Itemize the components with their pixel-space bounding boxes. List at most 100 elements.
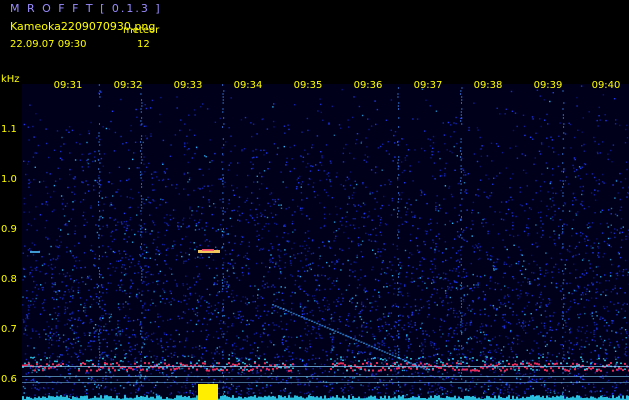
noise-speck xyxy=(38,389,40,391)
noise-speck xyxy=(619,256,622,259)
noise-speck xyxy=(384,358,386,360)
noise-speck xyxy=(127,320,130,322)
noise-speck xyxy=(504,246,506,248)
noise-speck xyxy=(370,374,373,376)
noise-speck xyxy=(309,178,311,180)
noise-speck xyxy=(385,323,387,326)
noise-speck xyxy=(429,145,432,147)
noise-speck xyxy=(70,278,72,281)
noise-speck xyxy=(489,280,491,282)
noise-speck xyxy=(336,213,338,216)
noise-speck xyxy=(406,394,408,396)
noise-speck xyxy=(152,189,154,191)
noise-speck xyxy=(479,329,481,331)
noise-speck xyxy=(417,277,419,279)
noise-speck xyxy=(239,348,241,350)
noise-speck xyxy=(404,395,406,397)
noise-speck xyxy=(285,380,288,382)
noise-speck xyxy=(466,307,469,309)
noise-speck xyxy=(615,358,617,360)
noise-speck xyxy=(273,344,275,346)
noise-speck xyxy=(374,253,377,255)
noise-speck xyxy=(59,354,62,356)
noise-speck xyxy=(79,349,81,352)
noise-speck xyxy=(433,331,436,334)
noise-speck xyxy=(471,308,473,310)
noise-speck xyxy=(388,179,390,181)
noise-speck xyxy=(610,149,612,152)
noise-speck xyxy=(32,384,35,386)
noise-speck xyxy=(451,385,453,388)
noise-speck xyxy=(577,303,579,305)
noise-speck xyxy=(143,337,145,339)
noise-speck xyxy=(405,221,408,223)
noise-speck xyxy=(305,265,307,267)
noise-speck xyxy=(103,203,105,205)
noise-speck xyxy=(87,158,89,161)
noise-speck xyxy=(109,371,111,373)
noise-speck xyxy=(48,253,51,255)
noise-speck xyxy=(236,386,238,388)
noise-speck xyxy=(622,269,625,271)
noise-speck xyxy=(291,275,294,277)
noise-speck xyxy=(500,349,503,351)
noise-speck xyxy=(237,219,239,221)
noise-speck xyxy=(435,353,437,356)
noise-speck xyxy=(244,296,247,298)
noise-speck xyxy=(92,388,94,390)
noise-speck xyxy=(380,184,382,187)
noise-speck xyxy=(106,224,108,226)
noise-speck xyxy=(526,294,528,297)
noise-speck xyxy=(447,302,449,304)
noise-speck xyxy=(579,313,581,315)
noise-speck xyxy=(437,210,440,212)
noise-speck xyxy=(30,300,32,302)
noise-speck xyxy=(588,111,590,113)
noise-speck xyxy=(35,260,37,262)
noise-speck xyxy=(51,268,53,270)
noise-speck xyxy=(225,339,228,341)
noise-speck xyxy=(323,213,326,215)
noise-speck xyxy=(450,135,452,138)
noise-speck xyxy=(171,297,174,300)
noise-speck xyxy=(345,324,347,326)
noise-speck xyxy=(258,234,260,236)
noise-speck xyxy=(129,384,131,386)
noise-speck xyxy=(217,312,219,314)
noise-speck xyxy=(406,336,408,338)
noise-speck xyxy=(588,383,590,385)
noise-speck xyxy=(53,333,55,335)
noise-speck xyxy=(366,322,368,325)
noise-speck xyxy=(471,209,473,211)
noise-speck xyxy=(348,345,350,347)
noise-speck xyxy=(318,289,321,291)
noise-speck xyxy=(404,249,407,252)
noise-speck xyxy=(567,250,569,252)
noise-speck xyxy=(120,344,122,346)
noise-speck xyxy=(438,233,440,235)
noise-speck xyxy=(363,321,365,324)
noise-speck xyxy=(264,304,266,306)
noise-speck xyxy=(390,328,393,330)
noise-speck xyxy=(433,162,436,164)
noise-speck xyxy=(436,362,438,365)
noise-speck xyxy=(361,309,363,311)
noise-speck xyxy=(60,229,62,231)
noise-speck xyxy=(496,386,498,389)
noise-speck xyxy=(427,138,429,140)
noise-speck xyxy=(408,340,410,342)
noise-speck xyxy=(250,161,252,163)
noise-speck xyxy=(619,270,621,272)
noise-speck xyxy=(550,217,552,220)
noise-speck xyxy=(30,224,33,227)
noise-speck xyxy=(199,188,201,190)
noise-speck xyxy=(451,389,453,392)
noise-speck xyxy=(270,285,273,288)
noise-speck xyxy=(572,192,575,194)
noise-speck xyxy=(285,161,288,163)
noise-speck xyxy=(549,299,551,301)
noise-speck xyxy=(367,364,369,366)
noise-speck xyxy=(132,334,134,336)
noise-speck xyxy=(280,171,282,173)
noise-speck xyxy=(302,266,304,269)
